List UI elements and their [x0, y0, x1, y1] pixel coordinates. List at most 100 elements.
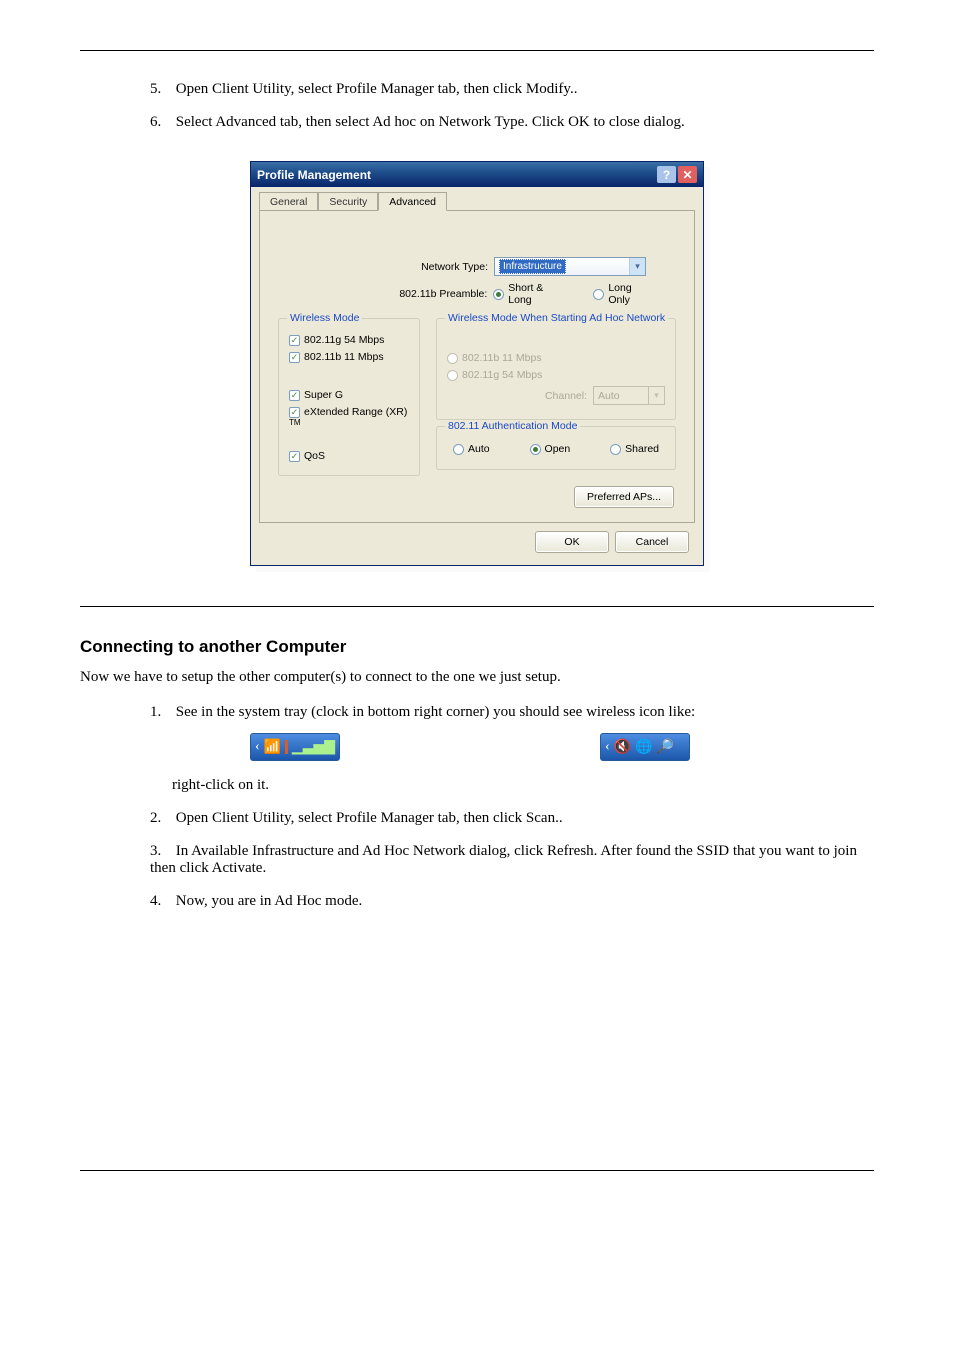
- mode-columns: Wireless Mode 802.11g 54 Mbps 802.11b 11…: [274, 312, 680, 482]
- dialog-button-row: OK Cancel: [259, 523, 695, 553]
- spacer: [289, 368, 409, 384]
- checkbox-icon: [289, 390, 300, 401]
- preamble-row: 802.11b Preamble: Short & Long Long Only: [274, 282, 680, 306]
- network-type-select[interactable]: Infrastructure ▾: [494, 257, 646, 276]
- step-num-5: 5.: [150, 81, 172, 98]
- preferred-aps-button[interactable]: Preferred APs...: [574, 486, 674, 508]
- tm-mark: TM: [289, 418, 301, 427]
- step-5: 5. Open Client Utility, select Profile M…: [150, 81, 874, 98]
- step-num-6: 6.: [150, 114, 172, 131]
- s2-step-3: 3. In Available Infrastructure and Ad Ho…: [150, 843, 874, 877]
- adhoc-mode-group: Wireless Mode When Starting Ad Hoc Netwo…: [436, 318, 676, 420]
- orange-icon: [285, 740, 288, 754]
- dialog-body: General Security Advanced Network Type: …: [251, 187, 703, 565]
- auth-auto[interactable]: Auto: [453, 443, 490, 455]
- adhoc-mode-legend: Wireless Mode When Starting Ad Hoc Netwo…: [445, 312, 668, 324]
- wm-superg[interactable]: Super G: [289, 389, 409, 401]
- network-type-row: Network Type: Infrastructure ▾: [274, 257, 680, 276]
- back-arrow-icon: ‹: [605, 739, 610, 755]
- radio-icon: [593, 289, 604, 300]
- channel-row: Channel: Auto ▾: [447, 386, 665, 405]
- wm-qos[interactable]: QoS: [289, 450, 409, 462]
- wm-80211g[interactable]: 802.11g 54 Mbps: [289, 334, 409, 346]
- tab-advanced[interactable]: Advanced: [378, 192, 447, 211]
- preamble-short-label: Short & Long: [508, 282, 569, 306]
- adhoc-80211b: 802.11b 11 Mbps: [447, 352, 665, 364]
- chevron-down-icon: ▾: [648, 387, 664, 404]
- preamble-long-only[interactable]: Long Only: [593, 282, 656, 306]
- top-rule: [80, 50, 874, 51]
- step-5-text: Open Client Utility, select Profile Mana…: [176, 81, 578, 97]
- s2-step1-text: See in the system tray (clock in bottom …: [176, 704, 695, 720]
- step-6: 6. Select Advanced tab, then select Ad h…: [150, 114, 874, 131]
- auth-open[interactable]: Open: [530, 443, 571, 455]
- tab-security[interactable]: Security: [318, 192, 378, 210]
- systray-examples: ‹ 📶 ▁▃▅▇ ‹ 🔇 🌐 🔎: [250, 733, 874, 761]
- wireless-mode-legend: Wireless Mode: [287, 312, 362, 324]
- section-heading-connecting: Connecting to another Computer: [80, 637, 874, 657]
- radio-icon: [453, 444, 464, 455]
- s2-step3-text: In Available Infrastructure and Ad Hoc N…: [150, 843, 857, 876]
- s2-step-1: 1. See in the system tray (clock in bott…: [150, 704, 874, 721]
- back-arrow-icon: ‹: [255, 739, 260, 755]
- preamble-short-long[interactable]: Short & Long: [493, 282, 569, 306]
- radio-icon: [530, 444, 541, 455]
- checkbox-icon: [289, 335, 300, 346]
- mid-rule: [80, 606, 874, 607]
- wireless-mode-group: Wireless Mode 802.11g 54 Mbps 802.11b 11…: [278, 318, 420, 476]
- wireless-mode-col: Wireless Mode 802.11g 54 Mbps 802.11b 11…: [274, 312, 424, 482]
- close-button[interactable]: ✕: [678, 166, 697, 183]
- chevron-down-icon: ▾: [629, 258, 645, 275]
- radio-icon: [447, 353, 458, 364]
- advanced-panel: Network Type: Infrastructure ▾ 802.11b P…: [259, 210, 695, 523]
- s2-step-4: 4. Now, you are in Ad Hoc mode.: [150, 893, 874, 910]
- s2-step4-text: Now, you are in Ad Hoc mode.: [176, 893, 363, 909]
- channel-label: Channel:: [545, 390, 587, 402]
- wifi-icon: 📶: [264, 739, 281, 756]
- systray-right: ‹ 🔇 🌐 🔎: [600, 733, 690, 761]
- ok-button[interactable]: OK: [535, 531, 609, 553]
- section2-intro: Now we have to setup the other computer(…: [80, 667, 874, 688]
- tab-general[interactable]: General: [259, 192, 318, 210]
- s2-step-2: 2. Open Client Utility, select Profile M…: [150, 810, 874, 827]
- s2-step-num-2: 2.: [150, 810, 172, 827]
- radio-icon: [447, 370, 458, 381]
- radio-icon: [493, 289, 504, 300]
- preamble-label: 802.11b Preamble:: [274, 288, 493, 300]
- bottom-rule: [80, 1170, 874, 1171]
- checkbox-icon: [289, 352, 300, 363]
- s2-step2-text: Open Client Utility, select Profile Mana…: [176, 810, 563, 826]
- adhoc-auth-col: Wireless Mode When Starting Ad Hoc Netwo…: [432, 312, 680, 482]
- titlebar-buttons: ? ✕: [657, 166, 697, 183]
- network-type-value: Infrastructure: [499, 259, 566, 274]
- radio-icon: [610, 444, 621, 455]
- spacer: [447, 329, 665, 347]
- help-button[interactable]: ?: [657, 166, 676, 183]
- signal-bars-icon: ▁▃▅▇: [292, 739, 335, 756]
- cancel-button[interactable]: Cancel: [615, 531, 689, 553]
- network-type-label: Network Type:: [274, 261, 494, 273]
- s2-step-num-3: 3.: [150, 843, 172, 860]
- spacer: [289, 435, 409, 445]
- s2-step1-cont: right-click on it.: [172, 777, 874, 794]
- speaker-mute-icon: 🔇: [614, 739, 631, 756]
- profile-management-dialog: Profile Management ? ✕ General Security …: [250, 161, 704, 566]
- channel-value: Auto: [598, 390, 620, 402]
- step-6-text: Select Advanced tab, then select Ad hoc …: [176, 114, 685, 130]
- wm-xr[interactable]: eXtended Range (XR) TM: [289, 406, 409, 430]
- preamble-long-label: Long Only: [608, 282, 656, 306]
- s2-step-num-1: 1.: [150, 704, 172, 721]
- search-icon: 🔎: [657, 739, 674, 756]
- wm-80211b[interactable]: 802.11b 11 Mbps: [289, 351, 409, 363]
- systray-left: ‹ 📶 ▁▃▅▇: [250, 733, 340, 761]
- channel-select: Auto ▾: [593, 386, 665, 405]
- tabs: General Security Advanced: [259, 192, 695, 211]
- s2-step1-text2: right-click on it.: [172, 777, 269, 793]
- titlebar: Profile Management ? ✕: [251, 162, 703, 187]
- dialog-title: Profile Management: [257, 168, 371, 182]
- globe-icon: 🌐: [635, 739, 652, 756]
- s2-step-num-4: 4.: [150, 893, 172, 910]
- systray-icon-left: ‹ 📶 ▁▃▅▇: [250, 733, 340, 761]
- auth-shared[interactable]: Shared: [610, 443, 659, 455]
- auth-mode-group: 802.11 Authentication Mode Auto Open Sha…: [436, 426, 676, 470]
